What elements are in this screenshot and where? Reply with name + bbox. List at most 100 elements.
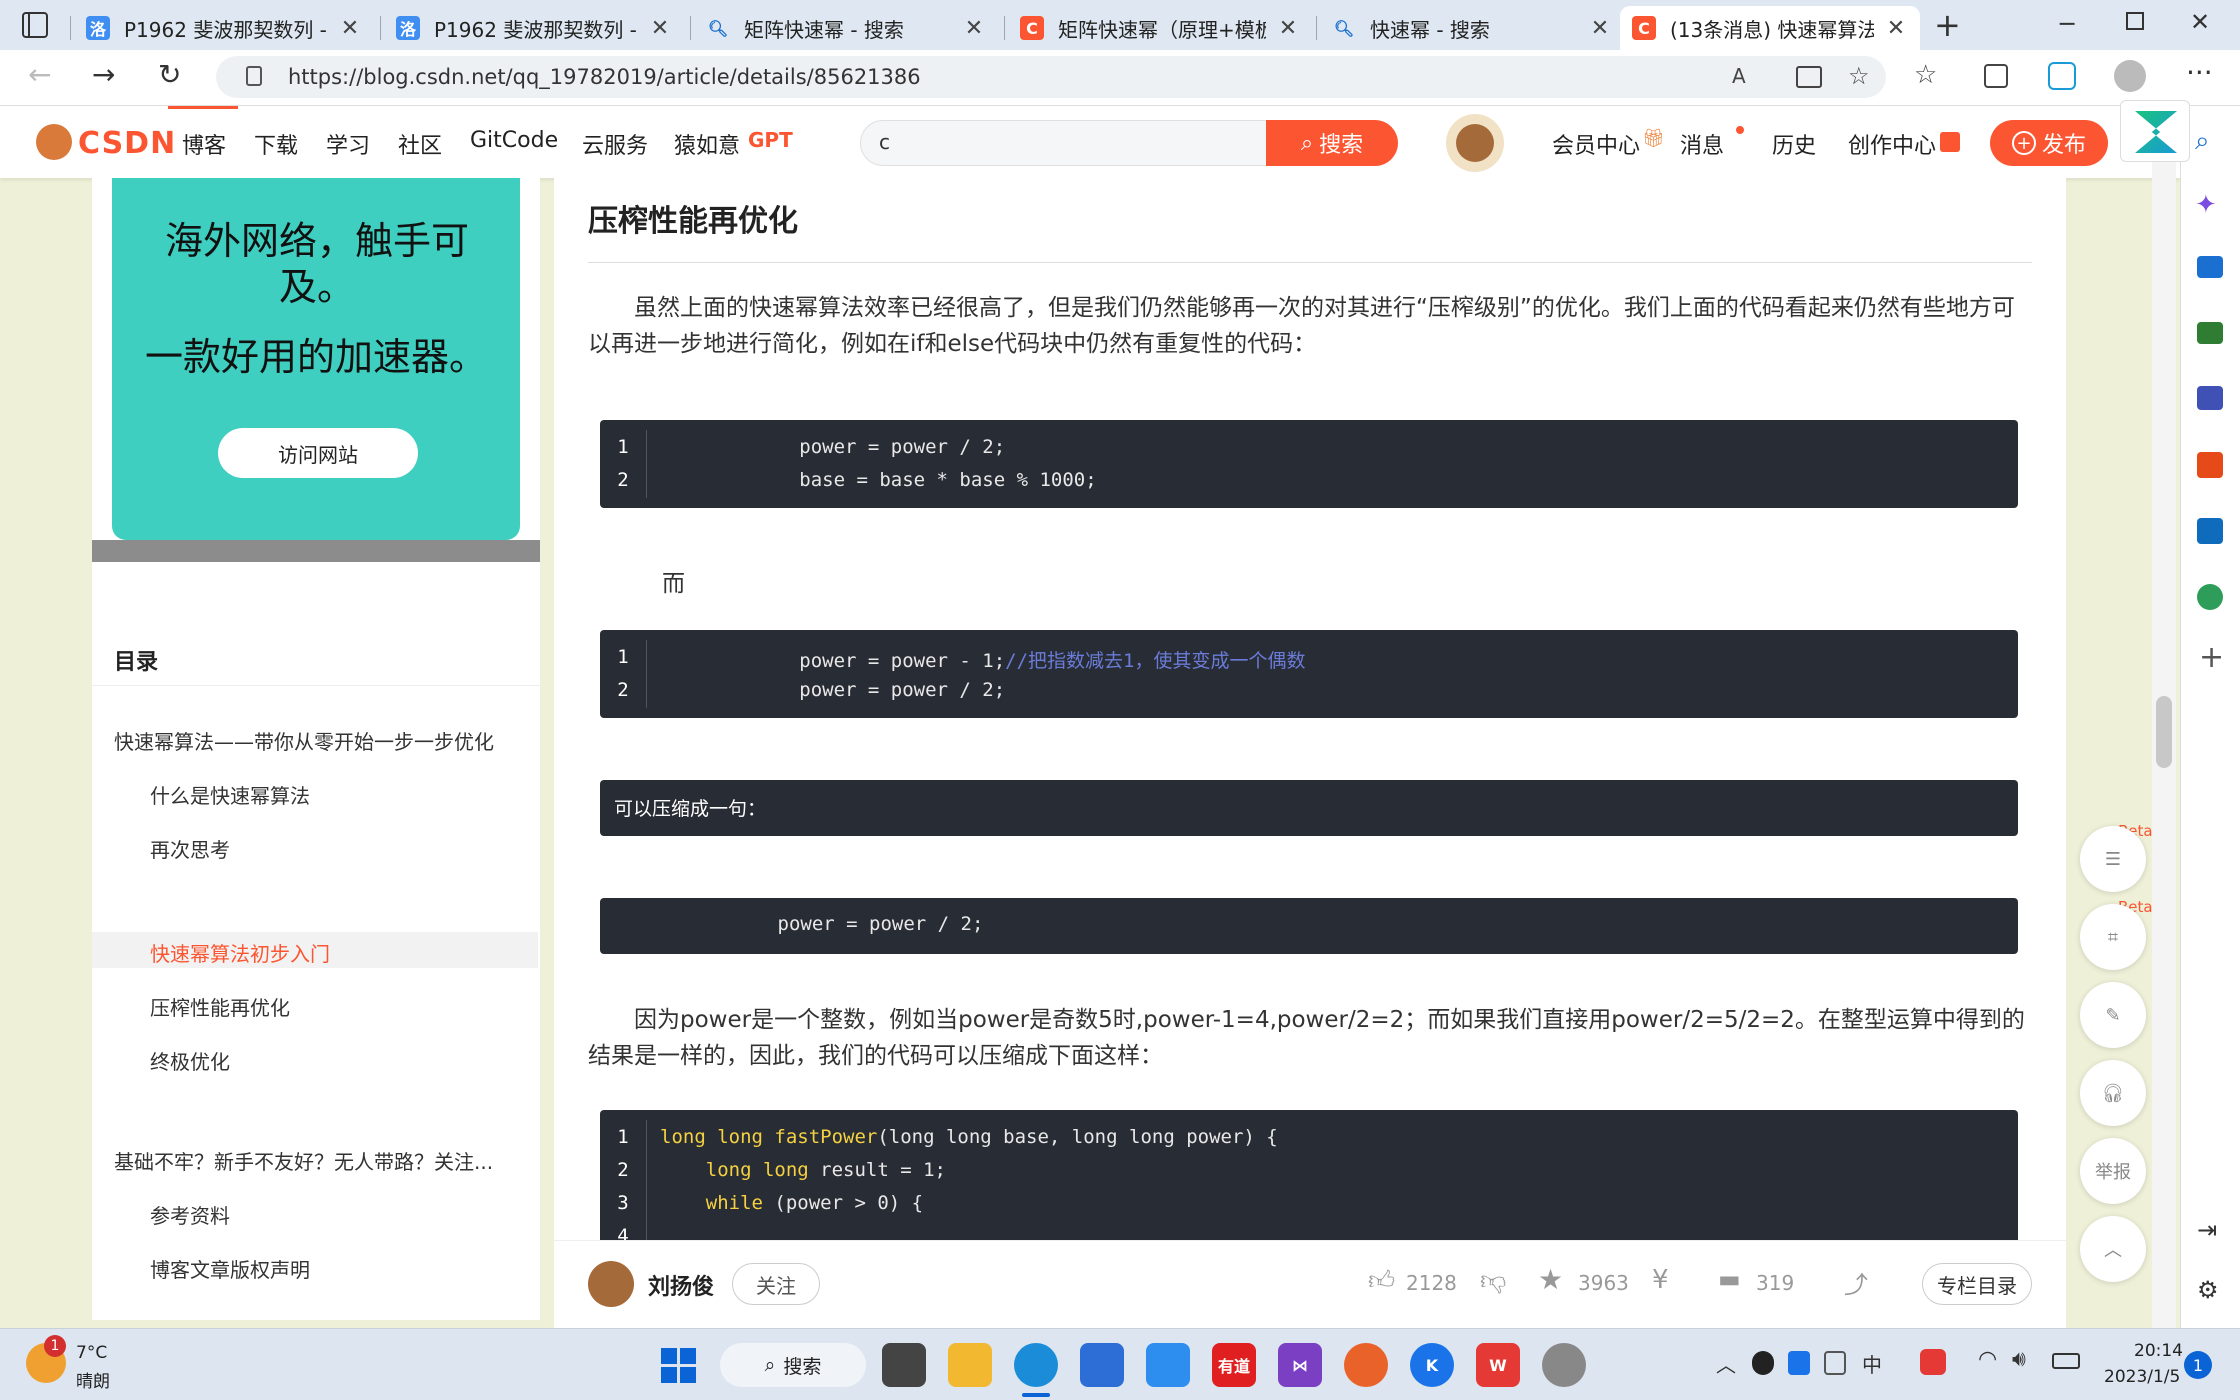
report-button[interactable]: 举报 bbox=[2080, 1138, 2146, 1204]
browser-tab[interactable]: C 矩阵快速幂（原理+模板） ✕ bbox=[1008, 6, 1312, 50]
firefox-icon[interactable] bbox=[1344, 1343, 1388, 1387]
nav-gpt-badge[interactable]: GPT bbox=[748, 128, 793, 152]
close-icon[interactable]: ✕ bbox=[1884, 16, 1908, 41]
nav-download[interactable]: 下载 bbox=[254, 128, 298, 160]
history-link[interactable]: 历史 bbox=[1772, 128, 1816, 160]
search-icon[interactable]: ⌕ bbox=[2195, 126, 2225, 156]
close-icon[interactable]: ✕ bbox=[1276, 16, 1300, 41]
share-icon[interactable]: ⤴ bbox=[1844, 1265, 1868, 1300]
forward-icon[interactable]: → bbox=[92, 58, 115, 91]
search-button[interactable]: ⌕ 搜索 bbox=[1266, 120, 1398, 166]
browser-tab[interactable]: 🔍︎ 矩阵快速幂 - 搜索 ✕ bbox=[694, 6, 998, 50]
tree-icon[interactable] bbox=[2197, 584, 2223, 610]
back-to-top-button[interactable]: ︿ bbox=[2080, 1216, 2146, 1282]
office-icon[interactable] bbox=[2197, 452, 2223, 478]
dislike-icon[interactable]: 👎︎ bbox=[1480, 1265, 1506, 1296]
write-float-button[interactable]: ✎ bbox=[2080, 982, 2146, 1048]
wifi-icon[interactable]: ◠ bbox=[1978, 1347, 1997, 1372]
tab-actions-icon[interactable] bbox=[22, 12, 48, 38]
toc-item[interactable]: 参考资料 bbox=[150, 1200, 230, 1229]
battery-icon[interactable] bbox=[2052, 1353, 2080, 1369]
nav-community[interactable]: 社区 bbox=[398, 128, 442, 160]
search-input[interactable]: c bbox=[860, 120, 1290, 166]
page-scrollbar[interactable] bbox=[2152, 106, 2176, 1328]
reward-yen-icon[interactable]: ¥ bbox=[1652, 1265, 1669, 1295]
toc-item[interactable]: 终极优化 bbox=[150, 1046, 230, 1075]
tray-app-icon[interactable] bbox=[1824, 1351, 1846, 1375]
nav-gitcode[interactable]: GitCode bbox=[470, 128, 558, 153]
settings-gear-icon[interactable]: ⚙ bbox=[2197, 1276, 2219, 1304]
messages-link[interactable]: 消息 bbox=[1680, 128, 1724, 160]
csdn-mascot-icon[interactable] bbox=[36, 124, 72, 160]
user-avatar[interactable] bbox=[1446, 114, 1504, 172]
sidebar-collapse-icon[interactable]: ⇥ bbox=[2197, 1216, 2217, 1244]
notification-badge[interactable]: 1 bbox=[2184, 1351, 2212, 1379]
toc-float-button[interactable]: ☰ bbox=[2080, 826, 2146, 892]
security-icon[interactable] bbox=[1788, 1351, 1810, 1375]
close-icon[interactable]: ✕ bbox=[1588, 16, 1612, 41]
search-input-value[interactable]: c bbox=[879, 130, 890, 154]
shopping-icon[interactable] bbox=[2197, 256, 2223, 278]
store-icon[interactable] bbox=[1080, 1343, 1124, 1387]
author-name[interactable]: 刘扬俊 bbox=[648, 1269, 714, 1301]
nav-yuanruyi[interactable]: 猿如意 bbox=[674, 128, 740, 160]
favorite-add-icon[interactable]: ☆ bbox=[1848, 62, 1870, 90]
close-icon[interactable]: ✕ bbox=[648, 16, 672, 41]
read-aloud-icon[interactable]: A bbox=[1732, 64, 1746, 88]
follow-button[interactable]: 关注 bbox=[732, 1263, 820, 1305]
youdao-icon[interactable]: 有道 bbox=[1212, 1343, 1256, 1387]
visual-studio-icon[interactable]: ⋈ bbox=[1278, 1343, 1322, 1387]
support-float-button[interactable]: 🎧︎ bbox=[2080, 1060, 2146, 1126]
favorite-star-icon[interactable]: ★ bbox=[1538, 1263, 1563, 1296]
close-window-icon[interactable]: ✕ bbox=[2190, 8, 2210, 36]
collections-icon[interactable] bbox=[1984, 64, 2008, 88]
immersive-reader-icon[interactable] bbox=[1796, 66, 1822, 88]
toc-item[interactable]: 快速幂算法——带你从零开始一步一步优化 bbox=[114, 726, 494, 755]
nav-learn[interactable]: 学习 bbox=[326, 128, 370, 160]
edge-icon[interactable] bbox=[1014, 1343, 1058, 1387]
wps-icon[interactable]: W bbox=[1476, 1343, 1520, 1387]
task-view-icon[interactable] bbox=[882, 1343, 926, 1387]
edge-extension-icon[interactable] bbox=[2048, 62, 2076, 90]
nav-blog[interactable]: 博客 bbox=[182, 128, 226, 160]
tools-icon[interactable] bbox=[2197, 322, 2223, 344]
creator-center-link[interactable]: 创作中心 bbox=[1848, 128, 1936, 160]
favorites-icon[interactable]: ☆ bbox=[1914, 60, 1937, 90]
author-avatar[interactable] bbox=[588, 1261, 634, 1307]
close-icon[interactable]: ✕ bbox=[962, 16, 986, 41]
tray-expand-icon[interactable]: ︿ bbox=[1716, 1349, 1736, 1378]
csdn-logo[interactable]: CSDN bbox=[78, 126, 176, 161]
app-avatar-icon[interactable] bbox=[1542, 1343, 1586, 1387]
refresh-icon[interactable]: ↻ bbox=[158, 58, 181, 91]
nav-cloud[interactable]: 云服务 bbox=[582, 128, 648, 160]
scrollbar-thumb[interactable] bbox=[2156, 696, 2172, 768]
add-icon[interactable]: + bbox=[2199, 640, 2224, 675]
weather-desc[interactable]: 晴朗 bbox=[76, 1367, 110, 1392]
code-block-3[interactable]: power = power / 2; bbox=[600, 898, 2018, 954]
clock-time[interactable]: 20:14 bbox=[2134, 1341, 2183, 1361]
column-directory-button[interactable]: 专栏目录 bbox=[1922, 1263, 2032, 1305]
browser-tab[interactable]: 🔍︎ 快速幂 - 搜索 ✕ bbox=[1320, 6, 1624, 50]
toc-item[interactable]: 基础不牢？新手不友好？无人带路？关注... bbox=[114, 1146, 493, 1175]
kugou-icon[interactable]: K bbox=[1410, 1343, 1454, 1387]
extension-popup[interactable] bbox=[2120, 100, 2190, 162]
browser-tab-active[interactable]: C (13条消息) 快速幂算法（全 ✕ bbox=[1620, 6, 1920, 50]
close-icon[interactable]: ✕ bbox=[338, 16, 362, 41]
sogou-icon[interactable] bbox=[1920, 1349, 1946, 1375]
address-bar[interactable]: https://blog.csdn.net/qq_19782019/articl… bbox=[216, 56, 1886, 98]
toc-item[interactable]: 博客文章版权声明 bbox=[150, 1254, 310, 1283]
clock-date[interactable]: 2023/1/5 bbox=[2104, 1367, 2180, 1387]
app-icon[interactable] bbox=[1146, 1343, 1190, 1387]
start-icon[interactable] bbox=[656, 1343, 700, 1387]
new-tab-icon[interactable]: + bbox=[1934, 6, 1961, 44]
file-explorer-icon[interactable] bbox=[948, 1343, 992, 1387]
profile-avatar[interactable] bbox=[2114, 60, 2146, 92]
publish-button[interactable]: + 发布 bbox=[1990, 120, 2108, 166]
member-center-link[interactable]: 会员中心 bbox=[1552, 128, 1640, 160]
taskbar-search[interactable]: ⌕ 搜索 bbox=[720, 1343, 866, 1387]
browser-tab[interactable]: 洛 P1962 斐波那契数列 - 洛谷 ✕ bbox=[384, 6, 684, 50]
browser-tab[interactable]: 洛 P1962 斐波那契数列 - 洛谷 ✕ bbox=[74, 6, 374, 50]
lock-icon[interactable] bbox=[246, 66, 262, 86]
code-block-1[interactable]: 1 2 power = power / 2; base = base * bas… bbox=[600, 420, 2018, 508]
ime-indicator[interactable]: 中 bbox=[1862, 1349, 1882, 1378]
